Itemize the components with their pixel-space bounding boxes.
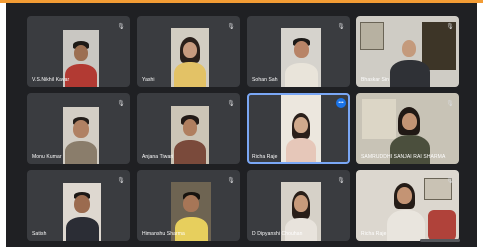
participant-tile[interactable]: 🎙 V.S.Nikhil Kavar xyxy=(27,16,130,87)
participant-video xyxy=(281,95,321,162)
participant-tile[interactable]: 🎙 Sohan Sah xyxy=(247,16,350,87)
participant-tile[interactable]: 🎙 Bhaskar Sin xyxy=(356,16,459,87)
mic-off-icon: 🎙 xyxy=(227,24,235,30)
participant-name: Anjana Tiwari xyxy=(142,154,174,160)
participant-tile[interactable]: 🎙 Satish xyxy=(27,170,130,241)
mic-off-icon: 🎙 xyxy=(337,24,345,30)
participant-video xyxy=(171,106,209,164)
participant-name: D Dipyanshi Chouhan xyxy=(252,231,303,237)
mic-off-icon: 🎙 xyxy=(337,178,345,184)
participant-tile[interactable]: 🎙 Himanshu Sharma xyxy=(137,170,240,241)
participant-tile[interactable]: 🎙 D Dipyanshi Chouhan xyxy=(247,170,350,241)
participant-tile[interactable]: 🎙 Monu Kumar xyxy=(27,93,130,164)
participant-tile[interactable]: 🎙 Anjana Tiwari xyxy=(137,93,240,164)
participant-name: V.S.Nikhil Kavar xyxy=(32,77,70,83)
participant-name: Bhaskar Sin xyxy=(361,77,390,83)
mic-off-icon: 🎙 xyxy=(117,178,125,184)
participant-tile-active-speaker[interactable]: ••• Richa Raje xyxy=(247,93,350,164)
mic-off-icon: 🎙 xyxy=(227,178,235,184)
mic-off-icon: 🎙 xyxy=(446,101,454,107)
scroll-indicator xyxy=(420,239,460,242)
participant-video xyxy=(63,107,99,164)
participant-video xyxy=(63,183,101,241)
mic-off-icon: 🎙 xyxy=(446,24,454,30)
mic-off-icon: 🎙 xyxy=(446,178,454,184)
participant-video xyxy=(281,28,321,87)
participant-name: Sohan Sah xyxy=(252,77,278,83)
mic-off-icon: 🎙 xyxy=(117,24,125,30)
participant-name: Richa Raje xyxy=(361,231,387,237)
participant-video xyxy=(171,28,209,87)
participant-name: SAMRUDDHI SANJAI RAI SHARMA xyxy=(361,154,446,160)
participant-name: Himanshu Sharma xyxy=(142,231,185,237)
participant-tile[interactable]: 🎙 Yashi xyxy=(137,16,240,87)
speaking-icon: ••• xyxy=(336,98,346,108)
participant-tile[interactable]: 🎙 SAMRUDDHI SANJAI RAI SHARMA xyxy=(356,93,459,164)
mic-off-icon: 🎙 xyxy=(117,101,125,107)
participant-name: Yashi xyxy=(142,77,155,83)
mic-off-icon: 🎙 xyxy=(227,101,235,107)
meeting-grid: 🎙 V.S.Nikhil Kavar 🎙 Yashi 🎙 Sohan Sah 🎙… xyxy=(6,3,477,247)
participant-name: Monu Kumar xyxy=(32,154,62,160)
participant-tile[interactable]: 🎙 Richa Raje xyxy=(356,170,459,241)
participant-name: Satish xyxy=(32,231,47,237)
participant-name: Richa Raje xyxy=(252,154,278,160)
